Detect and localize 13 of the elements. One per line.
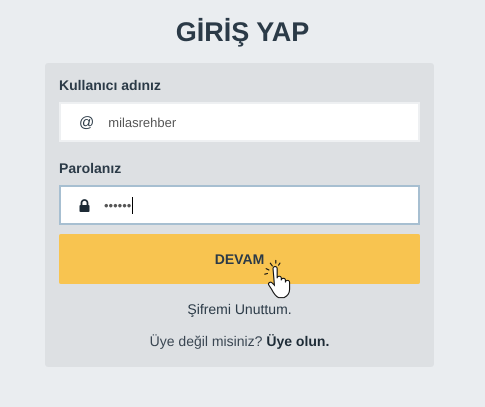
forgot-password-link[interactable]: Şifremi Unuttum. <box>187 301 292 317</box>
input-field[interactable]: •••••• <box>59 185 420 225</box>
field-label: Parolanız <box>59 160 122 176</box>
at-sign-icon: @ <box>79 114 94 130</box>
lock-icon <box>79 198 90 212</box>
register-prompt: Üye değil misiniz? Üye olun. <box>148 333 330 349</box>
register-link[interactable]: Üye olun. <box>266 333 330 349</box>
field-value: milasrehber <box>108 114 176 130</box>
continue-button[interactable]: DEVAM <box>59 234 420 284</box>
field-value: •••••• <box>104 196 134 214</box>
input-field[interactable]: @ milasrehber <box>59 102 420 142</box>
field-label: Kullanıcı adınız <box>59 77 162 93</box>
page-title: GİRİŞ YAP <box>176 16 310 49</box>
